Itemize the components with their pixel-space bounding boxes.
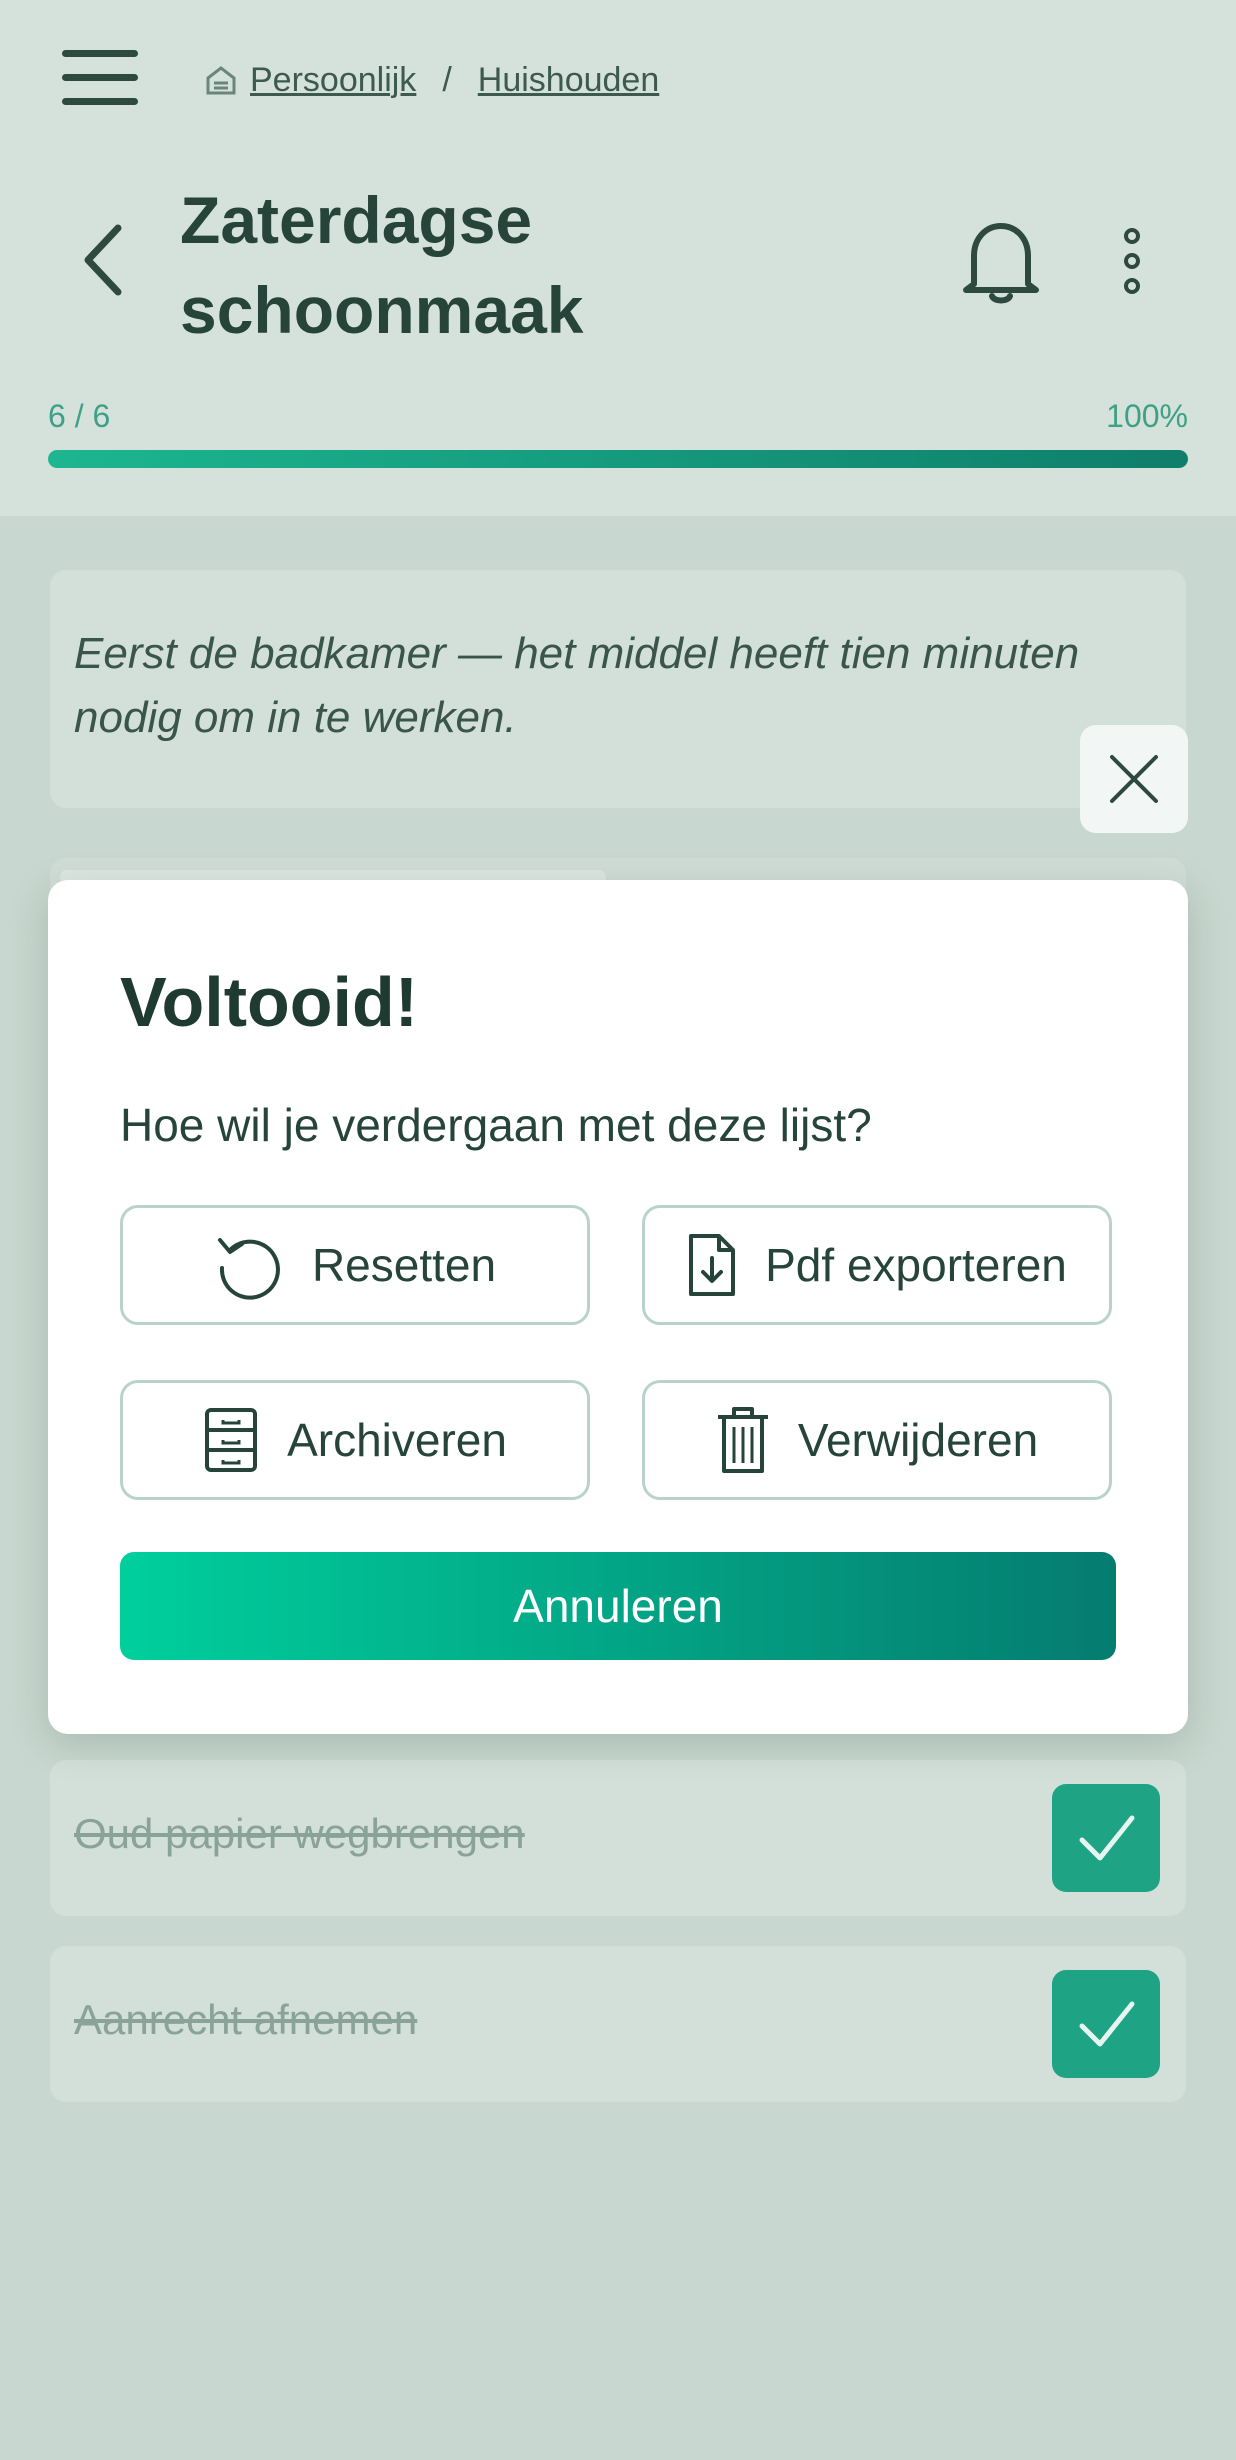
- breadcrumb: Persoonlijk / Huishouden: [204, 58, 659, 102]
- dialog-question: Hoe wil je verdergaan met deze lijst?: [120, 1099, 872, 1151]
- progress-count: 6 / 6: [48, 398, 111, 434]
- progress-fill: [48, 450, 1188, 468]
- note-card: Eerst de badkamer — het middel heeft tie…: [50, 570, 1186, 808]
- task-checkbox[interactable]: [1052, 1970, 1160, 2078]
- back-arrow-icon[interactable]: [78, 220, 128, 300]
- trash-icon: [717, 1407, 768, 1473]
- delete-label: Verwijderen: [797, 1414, 1039, 1466]
- pdf-export-button[interactable]: Pdf exporteren: [642, 1205, 1112, 1325]
- reset-button[interactable]: Resetten: [120, 1205, 590, 1325]
- task-row: Oud papier wegbrengen: [50, 1760, 1186, 1916]
- checkmark-icon: [1079, 2001, 1135, 2047]
- reset-icon: [217, 1238, 280, 1300]
- page-title: Zaterdagse schoonmaak: [180, 183, 584, 347]
- close-button[interactable]: [1080, 725, 1188, 833]
- task-label: Oud papier wegbrengen: [74, 1810, 525, 1857]
- archive-button[interactable]: Archiveren: [120, 1380, 590, 1500]
- breadcrumb-item-huishouden[interactable]: Huishouden: [478, 61, 659, 100]
- pdf-export-label: Pdf exporteren: [765, 1239, 1067, 1291]
- task-checkbox[interactable]: [1052, 1784, 1160, 1892]
- menu-icon[interactable]: [62, 50, 138, 106]
- archive-label: Archiveren: [287, 1414, 507, 1466]
- breadcrumb-separator: /: [442, 60, 452, 99]
- breadcrumb-item-persoonlijk[interactable]: Persoonlijk: [250, 61, 416, 100]
- more-vertical-icon[interactable]: [1112, 226, 1152, 296]
- bell-icon[interactable]: [960, 216, 1042, 306]
- close-icon: [1110, 755, 1158, 803]
- home-icon: [206, 66, 236, 95]
- progress-bar: [48, 450, 1188, 468]
- progress-percent: 100%: [1106, 398, 1188, 434]
- archive-icon: [205, 1408, 258, 1472]
- task-label: Aanrecht afnemen: [74, 1996, 418, 2043]
- cancel-button[interactable]: Annuleren: [120, 1552, 1116, 1660]
- checkmark-icon: [1079, 1815, 1135, 1861]
- reset-label: Resetten: [311, 1239, 497, 1291]
- completion-dialog: Voltooid! Hoe wil je verdergaan met deze…: [48, 880, 1188, 1734]
- note-text: Eerst de badkamer — het middel heeft tie…: [74, 629, 1080, 742]
- pdf-export-icon: [689, 1234, 736, 1296]
- task-row: Aanrecht afnemen: [50, 1946, 1186, 2102]
- app-header: Persoonlijk / Huishouden Zaterdagse scho…: [0, 0, 1236, 516]
- dialog-title: Voltooid!: [120, 963, 419, 1041]
- delete-button[interactable]: Verwijderen: [642, 1380, 1112, 1500]
